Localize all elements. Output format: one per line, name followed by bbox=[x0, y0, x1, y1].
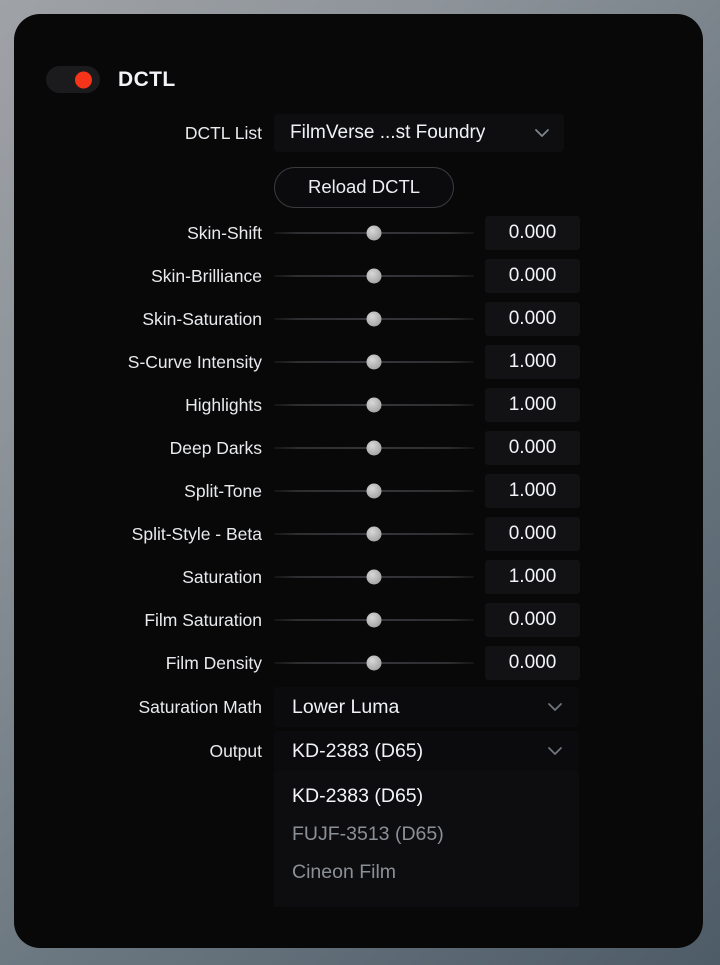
slider-value-field[interactable]: 1.000 bbox=[485, 388, 580, 422]
slider-value-field[interactable]: 0.000 bbox=[485, 517, 580, 551]
output-options-dropdown: KD-2383 (D65) FUJF-3513 (D65) Cineon Film bbox=[274, 771, 579, 907]
slider-thumb[interactable] bbox=[366, 612, 382, 628]
slider-control[interactable] bbox=[274, 602, 474, 638]
slider-control[interactable] bbox=[274, 645, 474, 681]
slider-label: S-Curve Intensity bbox=[127, 351, 262, 372]
slider-value-field[interactable]: 0.000 bbox=[485, 646, 580, 680]
slider-control[interactable] bbox=[274, 430, 474, 466]
slider-row: Highlights 1.000 bbox=[14, 387, 703, 423]
slider-row: Deep Darks 0.000 bbox=[14, 430, 703, 466]
slider-value-field[interactable]: 0.000 bbox=[485, 302, 580, 336]
slider-label: Saturation bbox=[182, 566, 262, 587]
slider-value-field[interactable]: 0.000 bbox=[485, 259, 580, 293]
panel-header: DCTL bbox=[46, 66, 176, 93]
saturation-math-select[interactable]: Lower Luma bbox=[274, 687, 579, 727]
slider-thumb[interactable] bbox=[366, 569, 382, 585]
slider-control[interactable] bbox=[274, 301, 474, 337]
slider-thumb[interactable] bbox=[366, 440, 382, 456]
saturation-math-value: Lower Luma bbox=[292, 695, 400, 718]
output-option-item[interactable]: FUJF-3513 (D65) bbox=[274, 815, 579, 853]
dctl-list-select[interactable]: FilmVerse ...st Foundry bbox=[274, 114, 564, 152]
slider-row: Skin-Saturation 0.000 bbox=[14, 301, 703, 337]
output-label: Output bbox=[209, 740, 262, 761]
slider-label: Film Density bbox=[165, 652, 262, 673]
slider-label: Highlights bbox=[185, 394, 262, 415]
slider-value-field[interactable]: 1.000 bbox=[485, 560, 580, 594]
output-option-item[interactable]: Cineon Film bbox=[274, 853, 579, 891]
slider-thumb[interactable] bbox=[366, 225, 382, 241]
reload-row: Reload DCTL bbox=[14, 166, 703, 208]
slider-thumb[interactable] bbox=[366, 397, 382, 413]
dctl-enable-toggle[interactable] bbox=[46, 66, 100, 93]
slider-control[interactable] bbox=[274, 215, 474, 251]
slider-control[interactable] bbox=[274, 344, 474, 380]
output-option-item[interactable]: KD-2383 (D65) bbox=[274, 777, 579, 815]
slider-value-field[interactable]: 0.000 bbox=[485, 431, 580, 465]
saturation-math-row: Saturation Math Lower Luma bbox=[14, 687, 703, 727]
slider-control[interactable] bbox=[274, 473, 474, 509]
slider-thumb[interactable] bbox=[366, 483, 382, 499]
slider-control[interactable] bbox=[274, 559, 474, 595]
slider-thumb[interactable] bbox=[366, 311, 382, 327]
slider-control[interactable] bbox=[274, 258, 474, 294]
output-row: Output KD-2383 (D65) bbox=[14, 731, 703, 771]
slider-label: Split-Tone bbox=[184, 480, 262, 501]
slider-control[interactable] bbox=[274, 516, 474, 552]
saturation-math-label: Saturation Math bbox=[138, 696, 262, 717]
output-select[interactable]: KD-2383 (D65) bbox=[274, 731, 579, 771]
slider-label: Deep Darks bbox=[169, 437, 262, 458]
slider-thumb[interactable] bbox=[366, 526, 382, 542]
dctl-list-row: DCTL List FilmVerse ...st Foundry bbox=[14, 114, 703, 152]
slider-thumb[interactable] bbox=[366, 354, 382, 370]
slider-thumb[interactable] bbox=[366, 655, 382, 671]
dctl-list-value: FilmVerse ...st Foundry bbox=[290, 122, 486, 143]
page-title: DCTL bbox=[118, 67, 176, 91]
slider-value-field[interactable]: 1.000 bbox=[485, 345, 580, 379]
slider-value-field[interactable]: 1.000 bbox=[485, 474, 580, 508]
slider-value-field[interactable]: 0.000 bbox=[485, 216, 580, 250]
toggle-knob-icon bbox=[75, 71, 92, 88]
slider-row: Skin-Shift 0.000 bbox=[14, 215, 703, 251]
slider-control[interactable] bbox=[274, 387, 474, 423]
slider-value-field[interactable]: 0.000 bbox=[485, 603, 580, 637]
slider-row: Film Saturation 0.000 bbox=[14, 602, 703, 638]
window-frame: DCTL DCTL List FilmVerse ...st Foundry R… bbox=[0, 0, 720, 965]
slider-row: Saturation 1.000 bbox=[14, 559, 703, 595]
slider-row: Split-Style - Beta 0.000 bbox=[14, 516, 703, 552]
dctl-list-label: DCTL List bbox=[184, 122, 262, 143]
slider-label: Skin-Shift bbox=[187, 222, 262, 243]
slider-label: Split-Style - Beta bbox=[131, 523, 262, 544]
slider-label: Skin-Saturation bbox=[142, 308, 262, 329]
slider-row: Film Density 0.000 bbox=[14, 645, 703, 681]
slider-label: Film Saturation bbox=[144, 609, 262, 630]
slider-label: Skin-Brilliance bbox=[151, 265, 262, 286]
slider-row: S-Curve Intensity 1.000 bbox=[14, 344, 703, 380]
chevron-down-icon bbox=[547, 702, 563, 712]
slider-thumb[interactable] bbox=[366, 268, 382, 284]
chevron-down-icon bbox=[534, 128, 550, 138]
chevron-down-icon bbox=[547, 746, 563, 756]
slider-row: Skin-Brilliance 0.000 bbox=[14, 258, 703, 294]
output-value: KD-2383 (D65) bbox=[292, 739, 424, 762]
dctl-panel: DCTL DCTL List FilmVerse ...st Foundry R… bbox=[14, 14, 703, 948]
reload-dctl-button[interactable]: Reload DCTL bbox=[274, 166, 454, 208]
slider-row: Split-Tone 1.000 bbox=[14, 473, 703, 509]
